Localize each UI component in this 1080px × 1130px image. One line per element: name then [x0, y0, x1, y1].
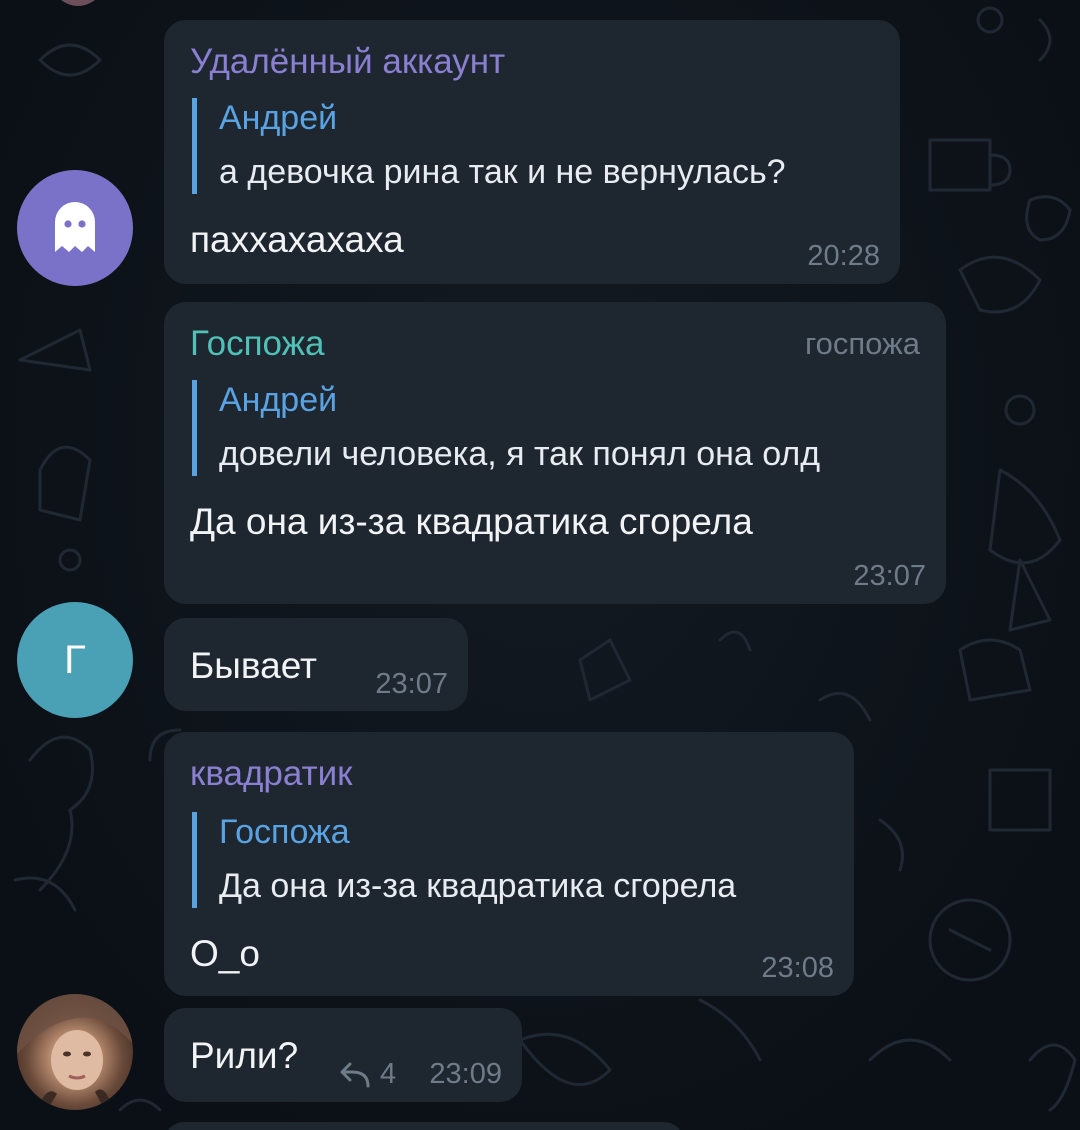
message-time: 23:09 — [429, 1058, 502, 1090]
reply-author: Госпожа — [219, 813, 350, 851]
reply-quote[interactable]: Андрей а девочка рина так и не вернулась… — [192, 98, 786, 194]
reply-text: Да она из-за квадратика сгорела — [219, 867, 737, 905]
message-text: паххахахаха — [190, 219, 404, 260]
chat-history[interactable]: Удалённый аккаунт Андрей а девочка рина … — [0, 0, 1080, 1130]
user-photo — [17, 994, 133, 1110]
message-text: Рили? — [190, 1035, 299, 1076]
message-bubble[interactable]: Бывает 23:07 — [164, 618, 468, 711]
message-time: 23:08 — [761, 952, 834, 984]
reply-text: довели человека, я так понял она олд — [219, 435, 821, 473]
reply-quote[interactable]: Госпожа Да она из-за квадратика сгорела — [192, 812, 736, 908]
message-bubble[interactable]: Рили? 4 23:09 — [164, 1008, 522, 1102]
member-title: госпожа — [804, 326, 920, 361]
avatar-deleted-account[interactable] — [17, 170, 133, 286]
avatar-user-photo[interactable] — [17, 994, 133, 1110]
message-bubble[interactable]: Госпожа госпожа Андрей довели человека, … — [164, 302, 946, 604]
message-time: 23:07 — [853, 560, 926, 592]
message-text: Да она из-за квадратика сгорела — [190, 501, 753, 542]
message-text: О_о — [190, 933, 260, 974]
message-time: 20:28 — [807, 240, 880, 272]
replies-count[interactable]: 4 — [380, 1058, 396, 1090]
reply-author: Андрей — [219, 381, 338, 419]
sender-name[interactable]: квадратик — [190, 754, 352, 794]
reply-quote[interactable]: Андрей довели человека, я так понял она … — [192, 380, 820, 476]
sender-name[interactable]: Удалённый аккаунт — [190, 42, 505, 82]
sender-name[interactable]: Госпожа — [190, 324, 324, 364]
reply-author: Андрей — [219, 99, 338, 137]
message-text: Бывает — [190, 645, 317, 686]
message-time: 23:07 — [375, 668, 448, 700]
avatar-g[interactable]: Г — [17, 602, 133, 718]
reply-arrow-icon[interactable] — [338, 1060, 372, 1090]
message-bubble[interactable]: квадратик Госпожа Да она из-за квадратик… — [164, 732, 854, 996]
ghost-icon — [55, 202, 95, 252]
message-bubble-partial[interactable] — [164, 1122, 684, 1130]
message-bubble[interactable]: Удалённый аккаунт Андрей а девочка рина … — [164, 20, 900, 284]
avatar-partial-top[interactable] — [40, 0, 116, 6]
reply-text: а девочка рина так и не вернулась? — [219, 153, 786, 191]
avatar-letter: Г — [64, 638, 86, 682]
